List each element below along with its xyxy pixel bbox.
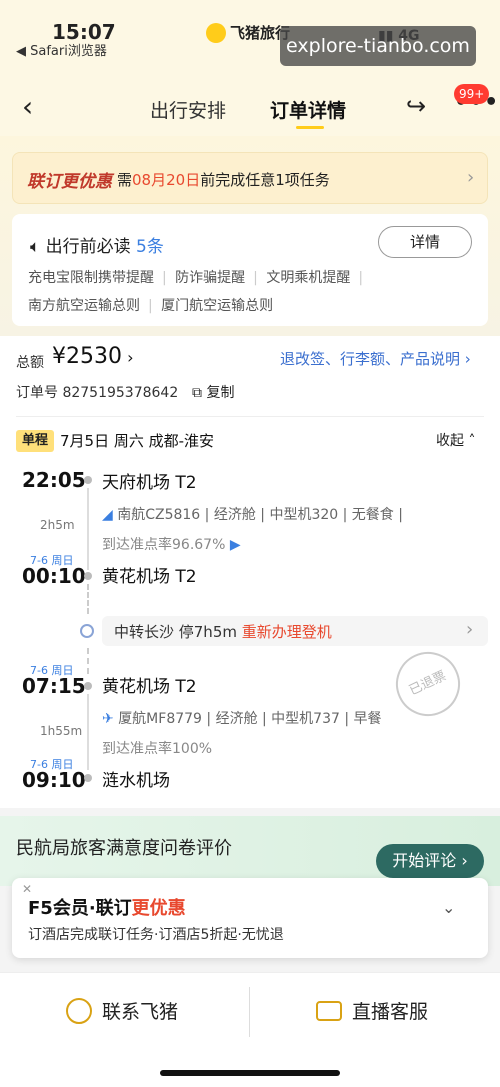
recheck-in-warning: 重新办理登机 bbox=[241, 623, 332, 641]
arrival-time: 00:10 bbox=[22, 564, 86, 588]
china-southern-logo-icon: ◢ bbox=[102, 507, 118, 523]
live-label: 直播客服 bbox=[352, 1001, 429, 1023]
fliggy-logo-icon bbox=[206, 22, 226, 43]
video-icon bbox=[316, 1000, 342, 1021]
flight-info: ◢ 南航CZ5816 | 经济舱 | 中型机320 | 无餐食 | bbox=[102, 507, 403, 523]
notice-tag[interactable]: 防诈骗提醒 bbox=[175, 270, 245, 286]
trip-header: 7月5日 周六 成都-淮安 bbox=[60, 432, 215, 450]
transfer-text: 中转长沙 停7h5m 重新办理登机 bbox=[114, 623, 332, 641]
departure-airport: 天府机场 T2 bbox=[102, 473, 197, 493]
timeline-line bbox=[87, 584, 89, 614]
membership-popup[interactable]: ✕ F5会员·联订更优惠 订酒店完成联订任务·订酒店5折起·无忧退 ⌄ bbox=[12, 878, 488, 958]
transfer-icon bbox=[80, 624, 94, 638]
order-summary: 总额 ¥2530 › 退改签、行李额、产品说明 › 订单号 8275195378… bbox=[0, 336, 500, 416]
promo-date: 08月20日 bbox=[132, 171, 201, 189]
promo-banner[interactable]: 联订更优惠 需08月20日前完成任意1项任务 › bbox=[12, 152, 488, 204]
timeline-dot bbox=[84, 572, 92, 580]
chevron-down-icon[interactable]: ⌄ bbox=[442, 898, 455, 917]
contact-label: 联系飞猪 bbox=[102, 1001, 179, 1023]
flight-info: ✈ 厦航MF8779 | 经济舱 | 中型机737 | 早餐 bbox=[102, 711, 382, 727]
departure-airport: 黄花机场 T2 bbox=[102, 677, 197, 697]
membership-title: F5会员·联订更优惠 bbox=[28, 898, 186, 919]
notice-tag[interactable]: 南方航空运输总则 bbox=[28, 298, 140, 314]
notice-tag[interactable]: 文明乘机提醒 bbox=[266, 270, 350, 286]
divider bbox=[249, 987, 250, 1037]
notification-badge: 99+ bbox=[454, 84, 490, 104]
itinerary-card: 单程 7月5日 周六 成都-淮安 收起 ˄ 22:05 天府机场 T2 2h5m… bbox=[0, 416, 500, 808]
divider bbox=[16, 416, 484, 417]
departure-time: 22:05 bbox=[22, 468, 86, 492]
collapse-toggle[interactable]: 收起 ˄ bbox=[436, 430, 475, 450]
flight-duration: 1h55m bbox=[40, 724, 83, 738]
notice-tags: 充电宝限制携带提醒 | 防诈骗提醒 | 文明乘机提醒 | 南方航空运输总则 | 厦门航空… bbox=[28, 270, 364, 314]
brand-title: 飞猪旅行 bbox=[206, 22, 290, 43]
transfer-info[interactable]: 中转长沙 停7h5m 重新办理登机 › bbox=[102, 616, 488, 646]
tab-order-detail[interactable]: 订单详情 bbox=[270, 96, 346, 123]
contact-fliggy-button[interactable]: 联系飞猪 bbox=[66, 997, 178, 1024]
membership-subtitle: 订酒店完成联订任务·订酒店5折起·无忧退 bbox=[28, 927, 284, 943]
departure-time: 07:15 bbox=[22, 674, 86, 698]
trip-type-badge: 单程 bbox=[16, 430, 54, 452]
tab-trip-arrangement[interactable]: 出行安排 bbox=[150, 96, 226, 123]
notice-detail-button[interactable]: 详情 bbox=[378, 226, 472, 258]
travel-notice-card: 🔈︎ 出行前必读 5条 详情 充电宝限制携带提醒 | 防诈骗提醒 | 文明乘机提醒 |… bbox=[12, 214, 488, 326]
speaker-icon: 🔈︎ bbox=[30, 237, 41, 257]
arrival-airport: 黄花机场 T2 bbox=[102, 567, 197, 587]
live-service-button[interactable]: 直播客服 bbox=[316, 997, 428, 1024]
timeline-dot bbox=[84, 682, 92, 690]
watermark: explore-tianbo.com bbox=[280, 26, 476, 66]
promo-title: 联订更优惠 bbox=[27, 172, 112, 192]
top-nav: ‹ 出行安排 订单详情 ↪ ••• bbox=[0, 80, 500, 136]
order-number: 订单号 8275195378642 bbox=[16, 385, 179, 401]
arrival-airport: 涟水机场 bbox=[102, 771, 170, 791]
share-icon[interactable]: ↪ bbox=[406, 92, 426, 120]
timeline-dot bbox=[84, 774, 92, 782]
timeline-dot bbox=[84, 476, 92, 484]
back-to-safari-link[interactable]: ◀ Safari浏览器 bbox=[16, 40, 107, 59]
arrival-time: 09:10 bbox=[22, 768, 86, 792]
copy-button[interactable]: ⧉ 复制 bbox=[192, 382, 234, 402]
ontime-rate: 到达准点率96.67% ▶ bbox=[102, 537, 241, 553]
total-label: 总额 bbox=[16, 355, 44, 371]
notice-tag[interactable]: 充电宝限制携带提醒 bbox=[28, 270, 154, 286]
refunded-stamp: 已退票 bbox=[385, 641, 471, 727]
promo-text: 需08月20日前完成任意1项任务 bbox=[117, 171, 330, 189]
status-bar: 15:07 ◀ Safari浏览器 飞猪旅行 ▮▮ 4G explore-tia… bbox=[0, 0, 500, 80]
active-tab-indicator bbox=[296, 126, 324, 129]
timeline-line bbox=[87, 648, 89, 674]
start-review-button[interactable]: 开始评论 › bbox=[376, 844, 484, 878]
policy-links[interactable]: 退改签、行李额、产品说明 › bbox=[280, 348, 471, 369]
chevron-right-icon: › bbox=[466, 619, 474, 640]
timeline-line bbox=[87, 488, 89, 570]
ontime-rate: 到达准点率100% bbox=[102, 741, 213, 757]
play-icon: ▶ bbox=[225, 537, 241, 553]
home-indicator[interactable] bbox=[160, 1070, 340, 1076]
timeline-line bbox=[87, 694, 89, 770]
xiamen-air-logo-icon: ✈ bbox=[102, 711, 119, 727]
notice-title: 🔈︎ 出行前必读 5条 bbox=[30, 237, 164, 257]
flight-duration: 2h5m bbox=[40, 518, 75, 532]
survey-banner: 民航局旅客满意度问卷评价 开始评论 › bbox=[0, 816, 500, 886]
notice-count: 5条 bbox=[136, 237, 164, 257]
back-arrow-icon[interactable]: ‹ bbox=[22, 92, 52, 122]
copy-icon: ⧉ bbox=[192, 385, 207, 401]
chevron-right-icon: › bbox=[467, 167, 475, 188]
pig-icon bbox=[66, 997, 92, 1024]
notice-tag[interactable]: 厦门航空运输总则 bbox=[161, 298, 273, 314]
survey-title: 民航局旅客满意度问卷评价 bbox=[16, 838, 232, 859]
total-amount[interactable]: ¥2530 › bbox=[52, 344, 133, 369]
